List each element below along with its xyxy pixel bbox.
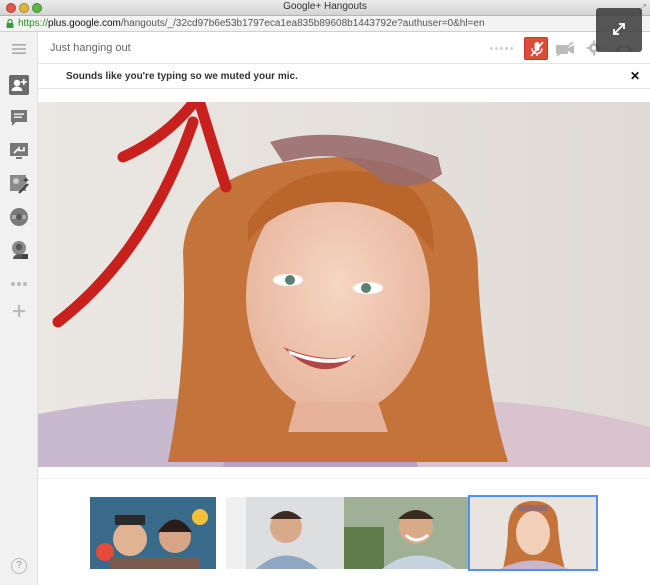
cameraman-icon	[12, 241, 28, 259]
main-video-feed	[38, 102, 650, 467]
lock-icon	[6, 19, 14, 28]
hangout-toolbar: Just hanging out	[38, 32, 650, 64]
camera-off-icon	[556, 41, 574, 57]
window-title: Google+ Hangouts	[283, 1, 367, 12]
mic-muted-icon	[530, 41, 544, 57]
participant-video	[470, 497, 596, 569]
url-text[interactable]: https://plus.google.com/hangouts/_/32cd9…	[18, 18, 485, 29]
help-button[interactable]: ?	[11, 558, 27, 574]
participant-video	[226, 497, 352, 569]
sidebar-item-add-apps[interactable]	[8, 300, 30, 322]
hangout-topic[interactable]: Just hanging out	[50, 42, 131, 54]
notification-message: Sounds like you're typing so we muted yo…	[66, 71, 298, 82]
address-bar[interactable]: https://plus.google.com/hangouts/_/32cd9…	[0, 16, 650, 32]
capture-icon	[10, 208, 28, 226]
speaker-video	[38, 102, 650, 467]
signal-dots	[490, 47, 513, 50]
sidebar-item-more-apps[interactable]	[8, 273, 30, 295]
sidebar-item-screenshare[interactable]	[8, 140, 30, 162]
apps-sidebar	[0, 32, 38, 585]
effects-icon	[10, 175, 29, 194]
mic-muted-notification: Sounds like you're typing so we muted yo…	[38, 65, 650, 89]
participant-video	[90, 497, 216, 569]
participant-thumbnail-selected[interactable]	[468, 495, 598, 571]
plus-icon	[13, 305, 25, 317]
participant-filmstrip	[38, 478, 650, 585]
sidebar-item-cameraman[interactable]	[8, 239, 30, 261]
mute-microphone-button[interactable]	[524, 37, 548, 60]
sidebar-item-capture[interactable]	[8, 206, 30, 228]
sidebar-item-invite-people[interactable]	[8, 74, 30, 96]
more-dots-icon	[11, 282, 27, 286]
expand-icon	[613, 23, 625, 35]
url-path: /hangouts/_/32cd97b6e53b1797eca1ea835b89…	[120, 18, 485, 29]
url-host: plus.google.com	[48, 18, 121, 29]
person-add-icon	[9, 75, 29, 95]
url-scheme: https://	[18, 18, 49, 29]
chat-icon	[11, 110, 27, 126]
close-notification-button[interactable]: ✕	[630, 69, 640, 83]
turn-off-camera-button[interactable]	[554, 40, 576, 58]
participant-thumbnail[interactable]	[90, 497, 216, 569]
participant-thumbnail[interactable]	[226, 497, 352, 569]
sidebar-item-google-effects[interactable]	[8, 173, 30, 195]
screenshare-icon	[10, 143, 28, 159]
menu-button[interactable]	[8, 38, 30, 60]
window-titlebar: Google+ Hangouts ⤢	[0, 0, 650, 16]
sidebar-item-chat[interactable]	[8, 107, 30, 129]
participant-thumbnail[interactable]	[344, 497, 470, 569]
participant-video	[344, 497, 470, 569]
hamburger-icon	[12, 44, 26, 54]
fullscreen-button[interactable]	[596, 8, 642, 52]
